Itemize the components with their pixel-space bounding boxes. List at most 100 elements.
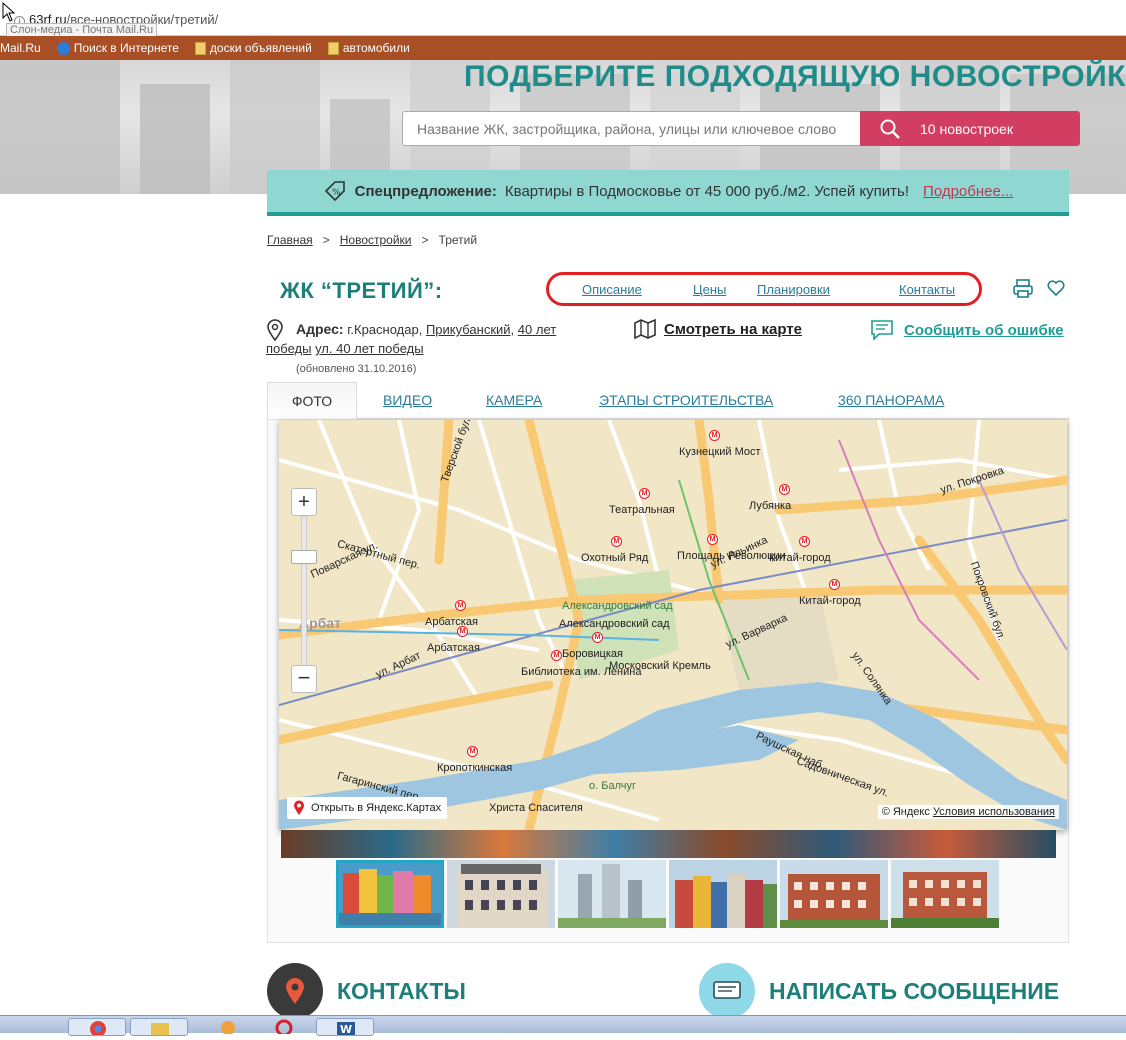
address-label: Адрес: bbox=[296, 321, 344, 337]
bookmark-boards[interactable]: доски объявлений bbox=[194, 41, 312, 55]
show-on-map-link[interactable]: Смотреть на карте bbox=[634, 319, 802, 339]
map-label: Александровский сад bbox=[559, 618, 670, 630]
search-button-label: 10 новостроек bbox=[920, 120, 1013, 137]
nav-prices[interactable]: Цены bbox=[693, 282, 726, 297]
start-icon[interactable] bbox=[6, 1018, 54, 1036]
chat-icon bbox=[699, 963, 755, 1019]
svg-text:%: % bbox=[332, 188, 341, 198]
discount-tag-icon: % bbox=[324, 181, 345, 202]
map-label: Арбатская bbox=[425, 616, 478, 628]
bookmark-mailru[interactable]: Mail.Ru bbox=[0, 41, 41, 55]
thumbnail-1[interactable] bbox=[336, 860, 444, 928]
thumbnail-2[interactable] bbox=[447, 860, 555, 928]
heart-icon[interactable] bbox=[1046, 279, 1066, 297]
photo-strip bbox=[281, 830, 1056, 858]
metro-icon: M bbox=[707, 534, 718, 545]
zoom-slider-handle[interactable] bbox=[291, 550, 317, 564]
map-label: Лубянка bbox=[749, 500, 792, 512]
search-button[interactable]: 10 новостроек bbox=[860, 111, 1080, 146]
metro-icon: M bbox=[829, 579, 840, 590]
contacts-section: КОНТАКТЫ bbox=[267, 963, 466, 1019]
search-icon bbox=[880, 119, 900, 139]
map-terms-link[interactable]: Условия использования bbox=[933, 806, 1055, 818]
word-icon[interactable]: W bbox=[316, 1018, 374, 1036]
address-block: Адрес: г.Краснодар, Прикубанский, 40 лет… bbox=[266, 320, 586, 379]
breadcrumb: Главная > Новостройки > Третий bbox=[267, 233, 478, 247]
nav-description[interactable]: Описание bbox=[582, 282, 642, 297]
hero-title: ПОДБЕРИТЕ ПОДХОДЯЩУЮ НОВОСТРОЙК bbox=[464, 60, 1126, 93]
thumbnail-4[interactable] bbox=[669, 860, 777, 928]
location-pin-icon bbox=[267, 963, 323, 1019]
folder-icon bbox=[327, 41, 339, 55]
map-label: Александровский сад bbox=[562, 600, 673, 612]
opera-icon[interactable] bbox=[254, 1018, 312, 1037]
metro-icon: M bbox=[639, 488, 650, 499]
metro-icon: M bbox=[455, 600, 466, 611]
metro-icon: M bbox=[799, 536, 810, 547]
breadcrumb-section[interactable]: Новостройки bbox=[340, 233, 412, 247]
map-label: Охотный Ряд bbox=[581, 552, 649, 564]
map-label: Арбатская bbox=[427, 642, 480, 654]
thumbnail-5[interactable] bbox=[780, 860, 888, 928]
address-bar[interactable]: i 63rf.ru/все-новостройки/третий/ Слон-ме… bbox=[0, 0, 1126, 37]
updated-date: (обновлено 31.10.2016) bbox=[296, 363, 417, 375]
explorer-icon[interactable] bbox=[130, 1018, 188, 1036]
metro-icon: M bbox=[457, 626, 468, 637]
zoom-slider-track[interactable] bbox=[301, 516, 307, 666]
special-text: Квартиры в Подмосковье от 45 000 руб./м2… bbox=[504, 182, 910, 200]
pin-icon bbox=[294, 800, 304, 815]
map-label: Китай-город bbox=[769, 552, 831, 564]
contacts-heading: КОНТАКТЫ bbox=[337, 977, 466, 1004]
metro-icon: M bbox=[467, 746, 478, 757]
map-label: о. Балчуг bbox=[589, 780, 636, 792]
thumbnail-3[interactable] bbox=[558, 860, 666, 928]
zoom-out-button[interactable]: − bbox=[291, 665, 317, 693]
nav-contacts[interactable]: Контакты bbox=[899, 282, 955, 297]
tab-camera[interactable]: КАМЕРА bbox=[486, 392, 542, 408]
media-tabs: ФОТО ВИДЕО КАМЕРА ЭТАПЫ СТРОИТЕЛЬСТВА 36… bbox=[267, 382, 1069, 420]
message-icon bbox=[871, 320, 893, 341]
folder-icon bbox=[194, 41, 206, 55]
address-district-link[interactable]: Прикубанский, bbox=[426, 322, 514, 337]
search-input[interactable]: Название ЖК, застройщика, района, улицы … bbox=[402, 111, 861, 146]
nav-plans[interactable]: Планировки bbox=[757, 282, 830, 297]
tab-video[interactable]: ВИДЕО bbox=[383, 392, 432, 408]
mouse-cursor-icon bbox=[2, 2, 16, 22]
message-heading: НАПИСАТЬ СООБЩЕНИЕ bbox=[769, 977, 1060, 1004]
map-label: Боровицкая bbox=[562, 648, 623, 660]
map-label: Московский Кремль bbox=[609, 660, 711, 672]
tab-photo[interactable]: ФОТО bbox=[267, 382, 357, 420]
bookmarks-bar: Mail.Ru Поиск в Интернете доски объявлен… bbox=[0, 36, 1126, 60]
breadcrumb-home[interactable]: Главная bbox=[267, 233, 313, 247]
map-label: Кузнецкий Мост bbox=[679, 446, 761, 458]
metro-icon: M bbox=[551, 650, 562, 661]
special-label: Спецпредложение: bbox=[354, 182, 497, 200]
special-more-link[interactable]: Подробнее... bbox=[923, 183, 1013, 200]
tab-panorama[interactable]: 360 ПАНОРАМА bbox=[838, 392, 944, 408]
report-error-link[interactable]: Сообщить об ошибке bbox=[870, 319, 1064, 341]
bookmark-cars[interactable]: автомобили bbox=[327, 41, 410, 55]
page-title: ЖК “ТРЕТИЙ”: bbox=[280, 278, 443, 303]
chrome-icon[interactable] bbox=[68, 1018, 126, 1037]
tooltip: Слон-медиа - Почта Mail.Ru bbox=[6, 23, 158, 37]
metro-icon: M bbox=[611, 536, 622, 547]
breadcrumb-current: Третий bbox=[438, 233, 478, 247]
search-icon bbox=[56, 41, 70, 55]
address-street2-link[interactable]: ул. 40 лет победы bbox=[315, 341, 424, 356]
map-label: Кропоткинская bbox=[437, 762, 513, 774]
map-label: Китай-город bbox=[799, 595, 861, 607]
taskbar: W bbox=[0, 1015, 1126, 1037]
map-copyright: © Яндекс Условия использования bbox=[877, 805, 1059, 819]
bookmark-search[interactable]: Поиск в Интернете bbox=[56, 41, 179, 55]
zoom-in-button[interactable]: + bbox=[291, 488, 317, 516]
open-in-yandex-link[interactable]: Открыть в Яндекс.Картах bbox=[287, 797, 448, 819]
tab-construction[interactable]: ЭТАПЫ СТРОИТЕЛЬСТВА bbox=[599, 392, 773, 408]
print-icon[interactable] bbox=[1012, 278, 1034, 300]
metro-icon: M bbox=[709, 430, 720, 441]
yandex-map[interactable]: M Кузнецкий Мост M Лубянка M Театральная M Охот… bbox=[279, 420, 1067, 830]
thumbnail-6[interactable] bbox=[891, 860, 999, 928]
svg-text:W: W bbox=[340, 1023, 352, 1035]
metro-icon: M bbox=[592, 632, 603, 643]
app-icon[interactable] bbox=[192, 1018, 250, 1036]
map-label: Театральная bbox=[609, 504, 675, 516]
